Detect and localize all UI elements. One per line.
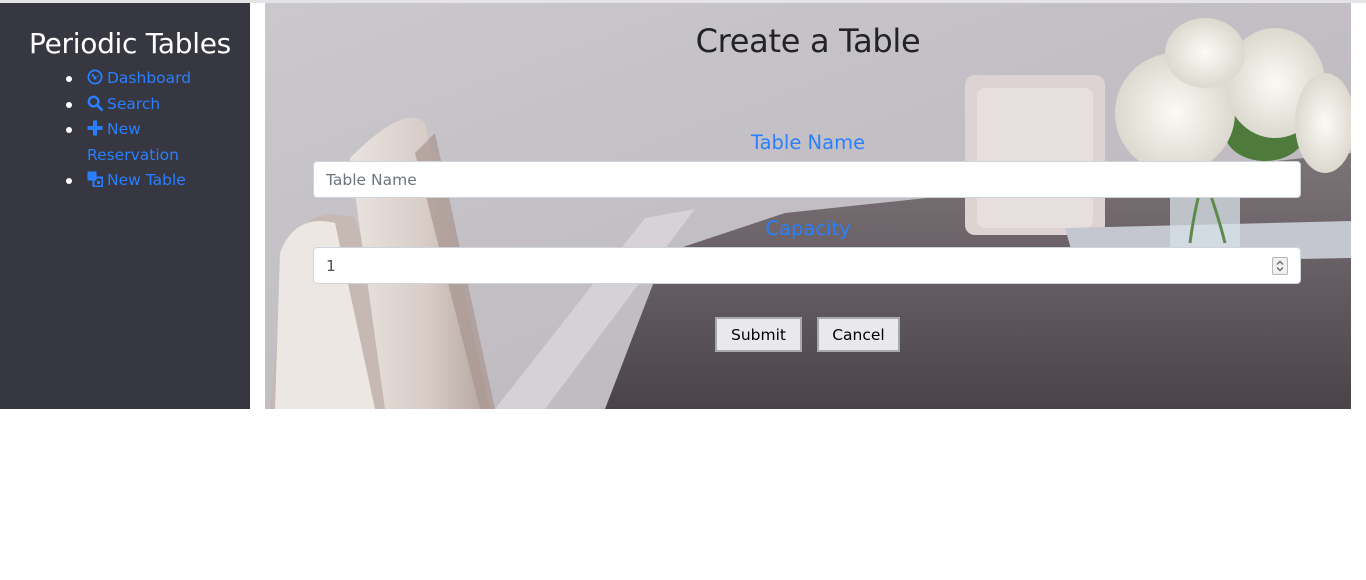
sidebar-item-search: Search [63,92,193,118]
capacity-label: Capacity [765,217,851,240]
search-link[interactable]: Search [87,95,160,113]
capacity-input[interactable] [313,247,1301,284]
sidebar-item-new-reservation: New Reservation [63,117,193,168]
sidebar-item-dashboard: Dashboard [63,66,193,92]
main-content: Create a Table Table Name Capacity Submi… [265,3,1351,409]
sidebar-item-label: Dashboard [107,69,192,87]
new-table-link[interactable]: New Table [87,171,186,189]
sidebar-item-label: Search [107,94,161,113]
submit-button[interactable]: Submit [715,317,802,352]
capacity-stepper[interactable] [1272,257,1288,275]
cancel-button[interactable]: Cancel [817,317,900,352]
sidebar-nav: Dashboard Search New Reservation New Tab… [63,66,193,194]
chevron-up-down-icon [1276,260,1284,272]
brand-title: Periodic Tables [29,27,231,60]
layers-icon [87,171,103,187]
table-name-label: Table Name [750,131,866,154]
plus-icon [87,120,103,136]
table-name-input[interactable] [313,161,1301,198]
search-icon [87,95,103,111]
sidebar: Periodic Tables Dashboard Search New Res… [0,3,250,409]
dining-background-image [265,3,1351,409]
sidebar-item-new-table: New Table [63,168,193,194]
sidebar-item-label: New Table [107,171,186,189]
dashboard-link[interactable]: Dashboard [87,69,191,87]
dashboard-icon [87,69,103,85]
new-reservation-link[interactable]: New Reservation [87,120,179,164]
page-title: Create a Table [695,22,921,60]
